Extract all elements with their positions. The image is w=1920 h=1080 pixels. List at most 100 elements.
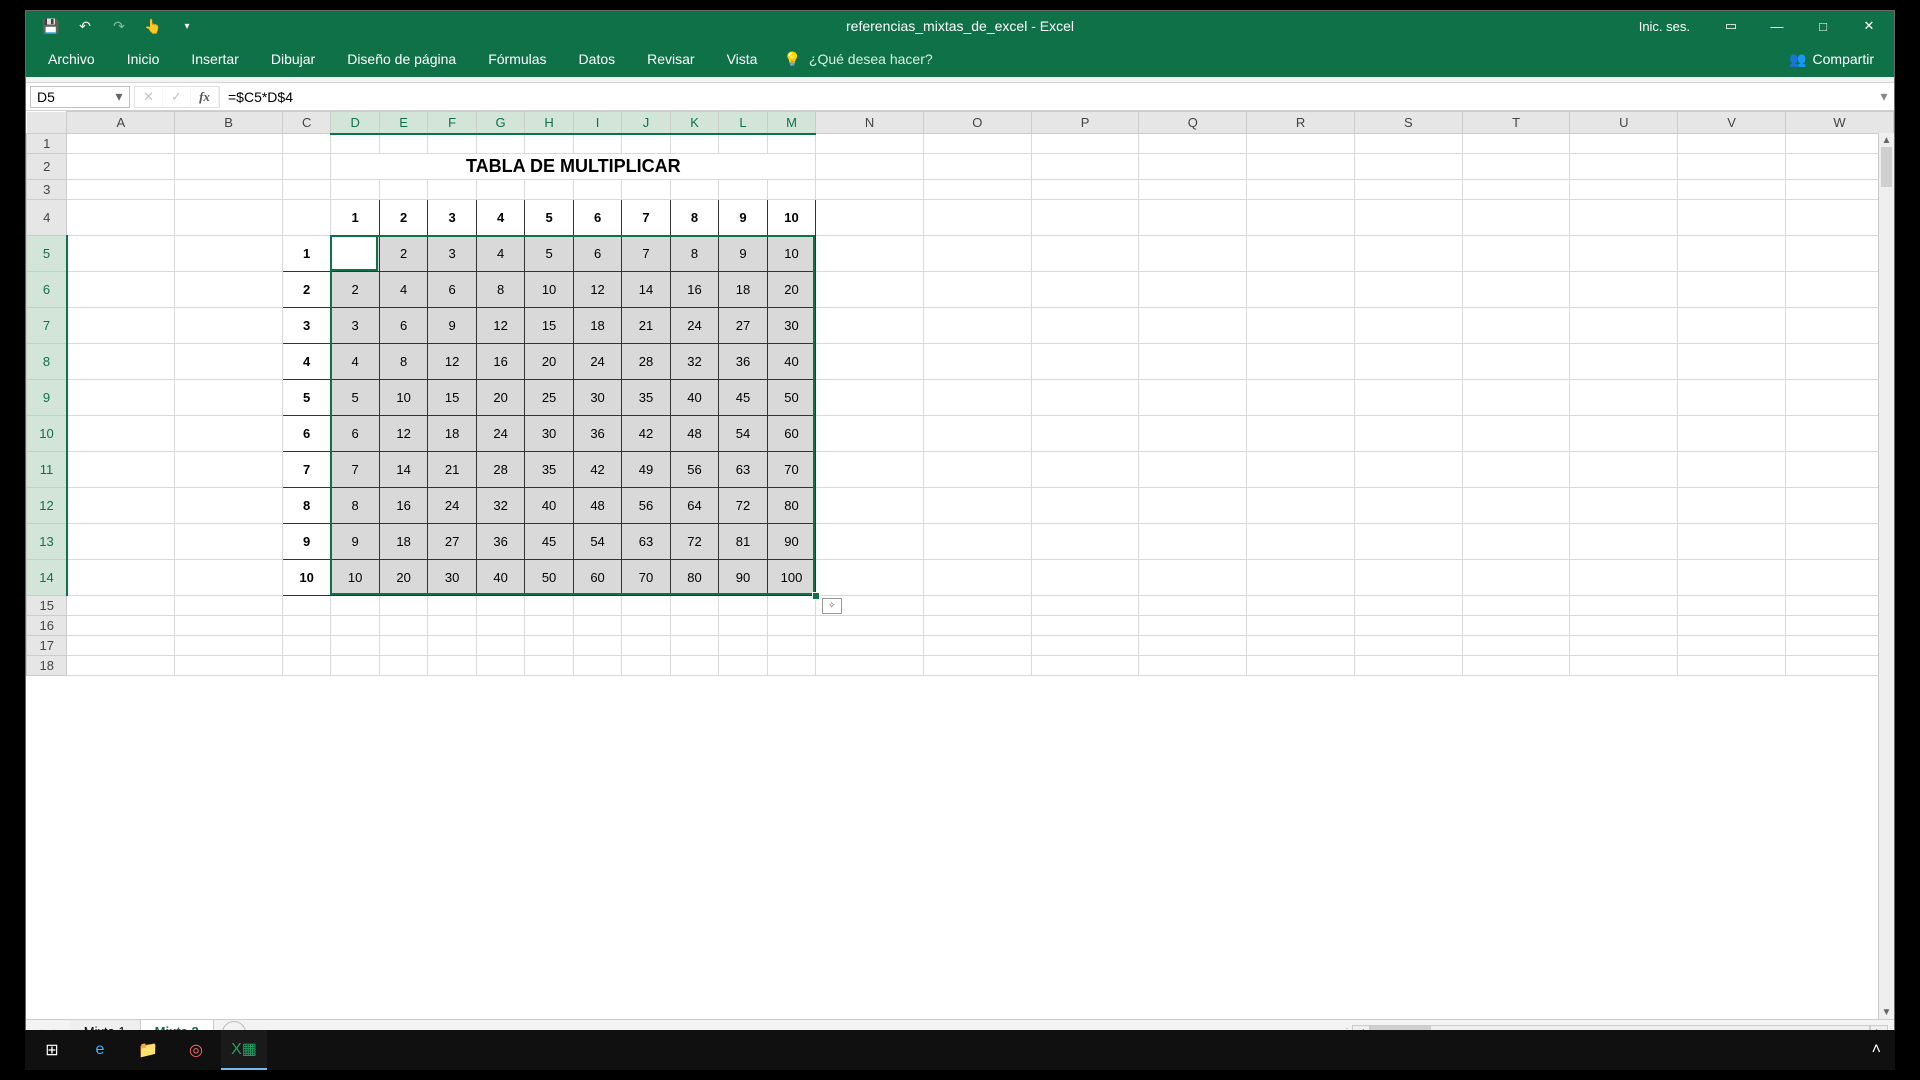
ribbon-display-icon[interactable]: ▭: [1710, 11, 1752, 41]
cell[interactable]: [1354, 134, 1462, 154]
share-button[interactable]: 👥Compartir: [1775, 51, 1888, 68]
file-explorer-icon[interactable]: 📁: [125, 1030, 171, 1070]
cell[interactable]: [719, 596, 767, 616]
cell[interactable]: [767, 134, 815, 154]
cell[interactable]: [175, 308, 283, 344]
cell[interactable]: [1678, 200, 1786, 236]
cell[interactable]: [1031, 308, 1139, 344]
cell[interactable]: [816, 272, 924, 308]
cell[interactable]: [525, 180, 573, 200]
cell[interactable]: [923, 416, 1031, 452]
cell[interactable]: 2: [282, 272, 330, 308]
cell[interactable]: [282, 180, 330, 200]
cell[interactable]: 72: [719, 488, 767, 524]
cell[interactable]: [923, 200, 1031, 236]
cell[interactable]: 36: [719, 344, 767, 380]
cell[interactable]: [923, 560, 1031, 596]
row-header[interactable]: 11: [27, 452, 67, 488]
cell[interactable]: [670, 596, 718, 616]
cell[interactable]: [1570, 134, 1678, 154]
row-header[interactable]: 8: [27, 344, 67, 380]
cell[interactable]: 72: [670, 524, 718, 560]
vscroll-thumb[interactable]: [1881, 147, 1892, 187]
cell[interactable]: [175, 180, 283, 200]
cell[interactable]: 16: [476, 344, 524, 380]
ribbon-tab-inicio[interactable]: Inicio: [111, 43, 176, 75]
cell[interactable]: [816, 236, 924, 272]
cell[interactable]: [175, 134, 283, 154]
cell[interactable]: [525, 134, 573, 154]
column-header[interactable]: S: [1354, 112, 1462, 134]
cell[interactable]: 81: [719, 524, 767, 560]
cell[interactable]: [476, 134, 524, 154]
cell[interactable]: [1354, 488, 1462, 524]
cell[interactable]: [1462, 524, 1570, 560]
cell[interactable]: [1462, 236, 1570, 272]
cell[interactable]: [1678, 524, 1786, 560]
cell[interactable]: [1570, 272, 1678, 308]
vertical-scrollbar[interactable]: ▲ ▼: [1878, 133, 1894, 1019]
cell[interactable]: [1354, 596, 1462, 616]
column-header[interactable]: P: [1031, 112, 1139, 134]
cell[interactable]: [428, 656, 476, 676]
cell[interactable]: 10: [379, 380, 427, 416]
cell[interactable]: 35: [622, 380, 670, 416]
cell[interactable]: [175, 656, 283, 676]
cell[interactable]: [767, 656, 815, 676]
qat-customize-icon[interactable]: ▾: [174, 13, 200, 39]
cell[interactable]: [1354, 344, 1462, 380]
cell[interactable]: [175, 596, 283, 616]
row-header[interactable]: 2: [27, 154, 67, 180]
cell[interactable]: 8: [379, 344, 427, 380]
cell[interactable]: [1678, 236, 1786, 272]
cell[interactable]: 48: [573, 488, 621, 524]
cell[interactable]: [1570, 636, 1678, 656]
cell[interactable]: [1678, 134, 1786, 154]
cell[interactable]: [282, 616, 330, 636]
cell[interactable]: [476, 656, 524, 676]
cell[interactable]: [923, 154, 1031, 180]
cell[interactable]: [670, 656, 718, 676]
cell[interactable]: 45: [719, 380, 767, 416]
cell[interactable]: [1570, 416, 1678, 452]
ribbon-tab-diseño-de-página[interactable]: Diseño de página: [331, 43, 472, 75]
table-title[interactable]: TABLA DE MULTIPLICAR: [331, 154, 816, 180]
cell[interactable]: 4: [379, 272, 427, 308]
cell[interactable]: 20: [476, 380, 524, 416]
cell[interactable]: [1247, 380, 1355, 416]
cell[interactable]: 40: [767, 344, 815, 380]
column-header[interactable]: W: [1785, 112, 1893, 134]
cell[interactable]: 36: [573, 416, 621, 452]
cell[interactable]: 7: [622, 236, 670, 272]
cell[interactable]: [1031, 616, 1139, 636]
ribbon-tab-vista[interactable]: Vista: [711, 43, 774, 75]
cell[interactable]: [175, 636, 283, 656]
cell[interactable]: 60: [573, 560, 621, 596]
column-header[interactable]: R: [1247, 112, 1355, 134]
cell[interactable]: [67, 416, 175, 452]
cell[interactable]: 32: [670, 344, 718, 380]
cell[interactable]: [525, 596, 573, 616]
cell[interactable]: 18: [379, 524, 427, 560]
column-header[interactable]: M: [767, 112, 815, 134]
cell[interactable]: 70: [767, 452, 815, 488]
tell-me-search[interactable]: 💡¿Qué desea hacer?: [773, 51, 942, 68]
cell[interactable]: [622, 134, 670, 154]
cell[interactable]: 6: [282, 416, 330, 452]
cell[interactable]: [816, 560, 924, 596]
row-header[interactable]: 9: [27, 380, 67, 416]
cell[interactable]: 18: [428, 416, 476, 452]
cell[interactable]: 9: [331, 524, 379, 560]
cell[interactable]: 49: [622, 452, 670, 488]
column-header[interactable]: I: [573, 112, 621, 134]
cell[interactable]: [428, 596, 476, 616]
row-header[interactable]: 15: [27, 596, 67, 616]
cell[interactable]: [1247, 524, 1355, 560]
app-icon[interactable]: ◎: [173, 1030, 219, 1070]
cell[interactable]: [573, 134, 621, 154]
cell[interactable]: 18: [573, 308, 621, 344]
cell[interactable]: 2: [379, 200, 427, 236]
cell[interactable]: [428, 134, 476, 154]
cell[interactable]: [816, 200, 924, 236]
cell[interactable]: [67, 560, 175, 596]
